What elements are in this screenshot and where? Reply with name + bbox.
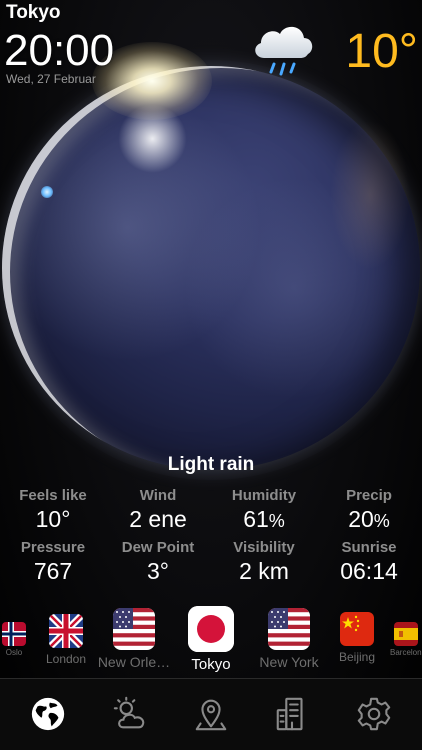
city-item-beijing[interactable]: Beijing	[334, 612, 380, 664]
city-name: New York	[259, 654, 319, 670]
stat-precip: Precip 20%	[316, 487, 422, 533]
local-date: Wed, 27 Februar	[6, 72, 96, 86]
tab-cities[interactable]	[271, 695, 313, 737]
tab-bar	[0, 678, 422, 750]
lens-flare	[41, 186, 53, 198]
stat-label: Wind	[139, 487, 177, 504]
city-name: London	[45, 652, 87, 666]
city-carousel[interactable]: Oslo London New Orle… Tokyo New York Bei…	[0, 598, 422, 676]
local-time: 20:00	[4, 26, 115, 75]
stat-value: 20%	[348, 506, 390, 532]
city-name: Beijing	[338, 650, 376, 664]
city-lights-glow	[330, 120, 410, 270]
stat-label: Precip	[346, 487, 392, 504]
tab-settings[interactable]	[353, 695, 395, 737]
city-name: Tokyo	[191, 656, 231, 673]
uk-flag-icon	[49, 614, 83, 648]
stat-dew-point: Dew Point 3°	[105, 539, 211, 585]
stat-label: Pressure	[20, 539, 86, 556]
globe-icon	[29, 695, 67, 738]
tab-globe[interactable]	[27, 695, 69, 737]
usa-flag-icon	[113, 608, 155, 650]
stat-visibility: Visibility 2 km	[211, 539, 317, 585]
city-name: New Orle…	[97, 654, 171, 670]
stat-label: Dew Point	[121, 539, 195, 556]
stat-value: 767	[33, 558, 73, 584]
stat-value: 2 km	[239, 558, 289, 584]
city-name: Oslo	[5, 648, 23, 657]
city-item-oslo[interactable]: Oslo	[1, 622, 27, 657]
china-flag-icon	[340, 612, 374, 646]
spain-flag-icon	[394, 622, 418, 646]
weather-screen: Tokyo 20:00 Wed, 27 Februar 10° Light ra…	[0, 0, 422, 750]
stat-label: Feels like	[19, 487, 87, 504]
sun-cloud-icon	[112, 695, 150, 738]
tab-forecast[interactable]	[110, 695, 152, 737]
norway-flag-icon	[2, 622, 26, 646]
location-pin-icon	[192, 695, 230, 738]
city-name: Barcelona	[390, 648, 422, 657]
city-item-barcelona[interactable]: Barcelona	[390, 622, 422, 657]
stat-label: Visibility	[233, 539, 295, 556]
stat-sunrise: Sunrise 06:14	[316, 539, 422, 585]
current-temperature: 10°	[345, 25, 418, 78]
stat-pressure: Pressure 767	[0, 539, 106, 585]
stat-label: Humidity	[231, 487, 297, 504]
cloud-rain-icon	[250, 20, 316, 82]
usa-flag-icon	[268, 608, 310, 650]
stat-value: 06:14	[340, 558, 398, 584]
stat-value: 10°	[35, 506, 71, 532]
stat-value: 61%	[243, 506, 285, 532]
japan-flag-icon	[188, 606, 234, 652]
city-item-tokyo[interactable]: Tokyo	[183, 606, 239, 673]
city-title: Tokyo	[6, 2, 61, 23]
city-item-new-orleans[interactable]: New Orle…	[94, 608, 174, 670]
stat-value: 3°	[147, 558, 169, 584]
city-item-new-york[interactable]: New York	[252, 608, 326, 670]
city-item-london[interactable]: London	[42, 614, 90, 666]
gear-icon	[355, 695, 393, 738]
stat-label: Sunrise	[341, 539, 397, 556]
tab-location[interactable]	[190, 695, 232, 737]
stat-value: 2 ene	[129, 506, 187, 532]
stat-humidity: Humidity 61%	[211, 487, 317, 533]
stat-wind: Wind 2 ene	[105, 487, 211, 533]
weather-condition: Light rain	[167, 454, 255, 475]
stat-feels-like: Feels like 10°	[0, 487, 106, 533]
city-list-icon	[273, 695, 311, 738]
